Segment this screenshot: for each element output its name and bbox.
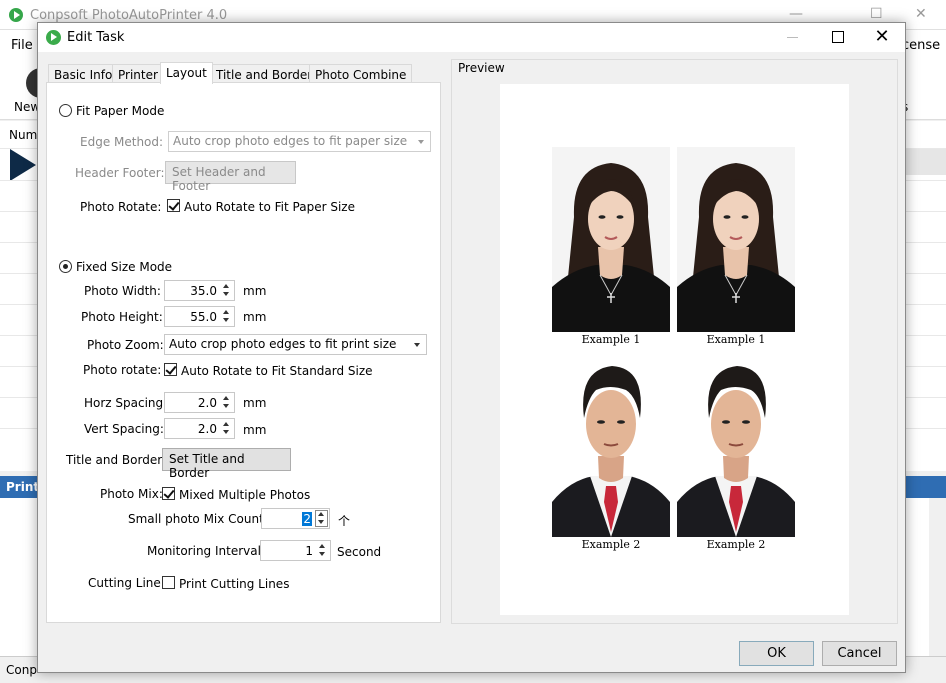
edge-method-label: Edge Method: [80,135,164,149]
dialog-close-icon[interactable]: ✕ [869,27,895,47]
photo-zoom-select[interactable]: Auto crop photo edges to fit print size [164,334,427,355]
edge-method-value: Auto crop photo edges to fit paper size [173,134,408,148]
auto-rotate-paper-label[interactable]: Auto Rotate to Fit Paper Size [184,200,355,214]
photo-zoom-value: Auto crop photo edges to fit print size [169,337,397,351]
set-header-footer-button[interactable]: Set Header and Footer [165,161,296,193]
title-border-label: Title and Border: [66,453,166,467]
print-cutting-lines-label[interactable]: Print Cutting Lines [179,577,289,591]
preview-photo-example-2: Example 2 [552,352,670,562]
chevron-down-icon [418,140,424,144]
small-mix-count-stepper[interactable]: 2 [261,508,330,529]
app-maximize-icon[interactable]: ☐ [870,6,883,22]
photo-mix-label: Photo Mix: [100,487,163,501]
chevron-down-icon [414,343,420,347]
photo-height-value: 55.0 [190,310,217,324]
preview-photo-example-1: Example 1 [552,147,670,357]
vert-spacing-label: Vert Spacing: [84,422,164,436]
play-icon[interactable] [10,149,36,181]
menu-license[interactable]: cense [902,38,940,53]
auto-rotate-standard-checkbox[interactable] [164,363,177,376]
woman-portrait-image [552,147,670,332]
mixed-photos-label[interactable]: Mixed Multiple Photos [179,488,310,502]
app-close-icon[interactable]: ✕ [915,6,927,22]
photo-rotate-label-fit: Photo Rotate: [80,200,162,214]
tab-printer[interactable]: Printer [112,64,164,84]
set-title-border-button[interactable]: Set Title and Border [162,448,291,480]
vert-spacing-value: 2.0 [197,422,217,436]
edge-method-select[interactable]: Auto crop photo edges to fit paper size [168,131,431,152]
spin-arrows-icon[interactable] [221,283,232,298]
preview-label: Preview [458,61,505,75]
edit-task-dialog: Edit Task ✕ Basic Info Printer Layout Ti… [37,22,906,673]
cutting-line-label: Cutting Line: [88,576,165,590]
photo-height-unit: mm [243,310,267,324]
mixed-photos-checkbox[interactable] [162,487,175,500]
preview-caption: Example 2 [581,538,641,551]
app-minimize-icon[interactable]: — [789,6,803,22]
spin-arrows-icon[interactable] [315,510,328,527]
dialog-title-bar: Edit Task ✕ [38,23,905,52]
dialog-minimize-icon[interactable] [780,29,806,45]
spin-arrows-icon[interactable] [317,543,328,558]
tab-title-and-border[interactable]: Title and Border [210,64,319,84]
man-portrait-image [677,352,795,537]
fixed-size-mode-radio[interactable] [59,260,72,273]
dialog-title: Edit Task [67,30,125,45]
preview-caption: Example 2 [706,538,766,551]
preview-photo-example-1: Example 1 [677,147,795,357]
horz-spacing-stepper[interactable]: 2.0 [164,392,235,413]
monitoring-interval-value: 1 [305,544,313,558]
photo-rotate-label-fixed: Photo rotate: [83,363,162,377]
preview-caption: Example 1 [581,333,641,346]
photo-height-stepper[interactable]: 55.0 [164,306,235,327]
dialog-maximize-icon[interactable] [825,29,851,45]
photo-width-unit: mm [243,284,267,298]
ok-button[interactable]: OK [739,641,814,666]
horz-spacing-label: Horz Spacing: [84,396,168,410]
woman-portrait-image [677,147,795,332]
preview-caption: Example 1 [706,333,766,346]
fit-paper-mode-label[interactable]: Fit Paper Mode [76,104,164,118]
fixed-size-mode-label[interactable]: Fixed Size Mode [76,260,172,274]
app-title: Conpsoft PhotoAutoPrinter 4.0 [30,8,228,23]
app-logo-icon [9,8,23,22]
vert-spacing-unit: mm [243,423,267,437]
monitoring-interval-unit: Second [337,545,382,559]
horz-spacing-unit: mm [243,396,267,410]
horz-spacing-value: 2.0 [197,396,217,410]
print-cutting-lines-checkbox[interactable] [162,576,175,589]
auto-rotate-paper-checkbox[interactable] [167,199,180,212]
spin-arrows-icon[interactable] [221,309,232,324]
preview-paper: Example 1 Example 1 Example 2 Example 2 [500,84,849,615]
header-footer-label: Header Footer: [75,166,165,180]
small-mix-count-label: Small photo Mix Count: [128,512,268,526]
tab-photo-combine[interactable]: Photo Combine [309,64,413,84]
cancel-button[interactable]: Cancel [822,641,897,666]
small-mix-count-value[interactable]: 2 [302,512,312,526]
menu-file[interactable]: File [11,38,33,53]
tab-layout[interactable]: Layout [160,62,213,84]
photo-width-stepper[interactable]: 35.0 [164,280,235,301]
monitoring-interval-label: Monitoring Interval: [147,544,265,558]
man-portrait-image [552,352,670,537]
layout-tab-panel: Fit Paper Mode Edge Method: Auto crop ph… [46,82,441,623]
print-panel-scrollbar[interactable] [929,498,946,656]
photo-width-value: 35.0 [190,284,217,298]
photo-height-label: Photo Height: [81,310,163,324]
preview-photo-example-2: Example 2 [677,352,795,562]
small-mix-count-unit: 个 [338,514,351,528]
vert-spacing-stepper[interactable]: 2.0 [164,418,235,439]
fit-paper-mode-radio[interactable] [59,104,72,117]
spin-arrows-icon[interactable] [221,421,232,436]
status-text: Conp [6,663,37,677]
tab-basic-info[interactable]: Basic Info [48,64,119,84]
spin-arrows-icon[interactable] [221,395,232,410]
auto-rotate-standard-label[interactable]: Auto Rotate to Fit Standard Size [181,364,373,378]
photo-zoom-label: Photo Zoom: [87,338,164,352]
monitoring-interval-stepper[interactable]: 1 [260,540,331,561]
dialog-logo-icon [46,30,61,45]
grid-selected-row[interactable] [905,149,946,175]
photo-width-label: Photo Width: [84,284,161,298]
